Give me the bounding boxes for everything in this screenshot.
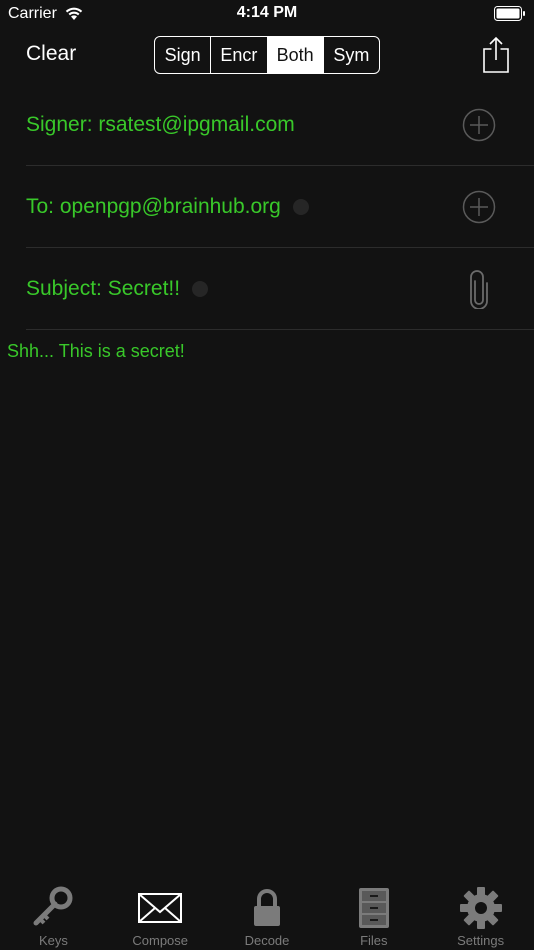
tab-label-files: Files <box>360 933 388 948</box>
segment-both[interactable]: Both <box>267 37 324 73</box>
tab-label-settings: Settings <box>457 933 505 948</box>
envelope-icon <box>138 893 183 923</box>
recipient-field[interactable]: To: openpgp@brainhub.org <box>26 166 309 248</box>
tab-label-decode: Decode <box>244 933 290 948</box>
clear-button[interactable]: Clear <box>26 42 76 66</box>
recipient-text: To: openpgp@brainhub.org <box>26 195 281 218</box>
recipient-row[interactable]: To: openpgp@brainhub.org <box>26 166 534 248</box>
add-signer-icon[interactable] <box>462 108 496 142</box>
tab-files[interactable]: Files <box>320 880 427 950</box>
signer-row[interactable]: Signer: rsatest@ipgmail.com <box>26 84 534 166</box>
lock-icon <box>253 889 280 926</box>
tab-label-keys: Keys <box>38 933 68 948</box>
subject-text: Subject: Secret!! <box>26 277 181 300</box>
share-icon[interactable] <box>482 36 510 74</box>
paperclip-icon[interactable] <box>462 269 496 309</box>
tab-compose[interactable]: Compose <box>107 880 214 950</box>
add-recipient-icon[interactable] <box>462 190 496 224</box>
mode-segmented-control: Sign Encr Both Sym <box>154 36 380 74</box>
tab-label-compose: Compose <box>132 933 189 948</box>
tab-settings[interactable]: Settings <box>427 880 534 950</box>
subject-row[interactable]: Subject: Secret!! <box>26 248 534 330</box>
message-body[interactable]: Shh... This is a secret! <box>7 341 185 362</box>
segment-sign[interactable]: Sign <box>155 37 212 73</box>
clear-recipient-icon[interactable] <box>292 199 309 216</box>
tab-decode[interactable]: Decode <box>214 880 321 950</box>
status-bar: Carrier 4:14 PM <box>0 0 534 28</box>
key-icon <box>33 886 73 926</box>
segment-encr[interactable]: Encr <box>211 37 268 73</box>
tab-keys[interactable]: Keys <box>0 880 107 950</box>
battery-icon <box>494 6 525 21</box>
tab-bar: Keys Compose Decode Files Settings <box>0 880 534 950</box>
subject-field[interactable]: Subject: Secret!! <box>26 248 209 330</box>
file-cabinet-icon <box>358 888 389 928</box>
signer-field[interactable]: Signer: rsatest@ipgmail.com <box>26 84 295 166</box>
clock: 4:14 PM <box>236 4 298 21</box>
navigation-bar: Clear Sign Encr Both Sym <box>0 28 534 84</box>
segment-sym[interactable]: Sym <box>324 37 379 73</box>
gear-icon <box>459 887 502 929</box>
clear-subject-icon[interactable] <box>192 281 209 298</box>
